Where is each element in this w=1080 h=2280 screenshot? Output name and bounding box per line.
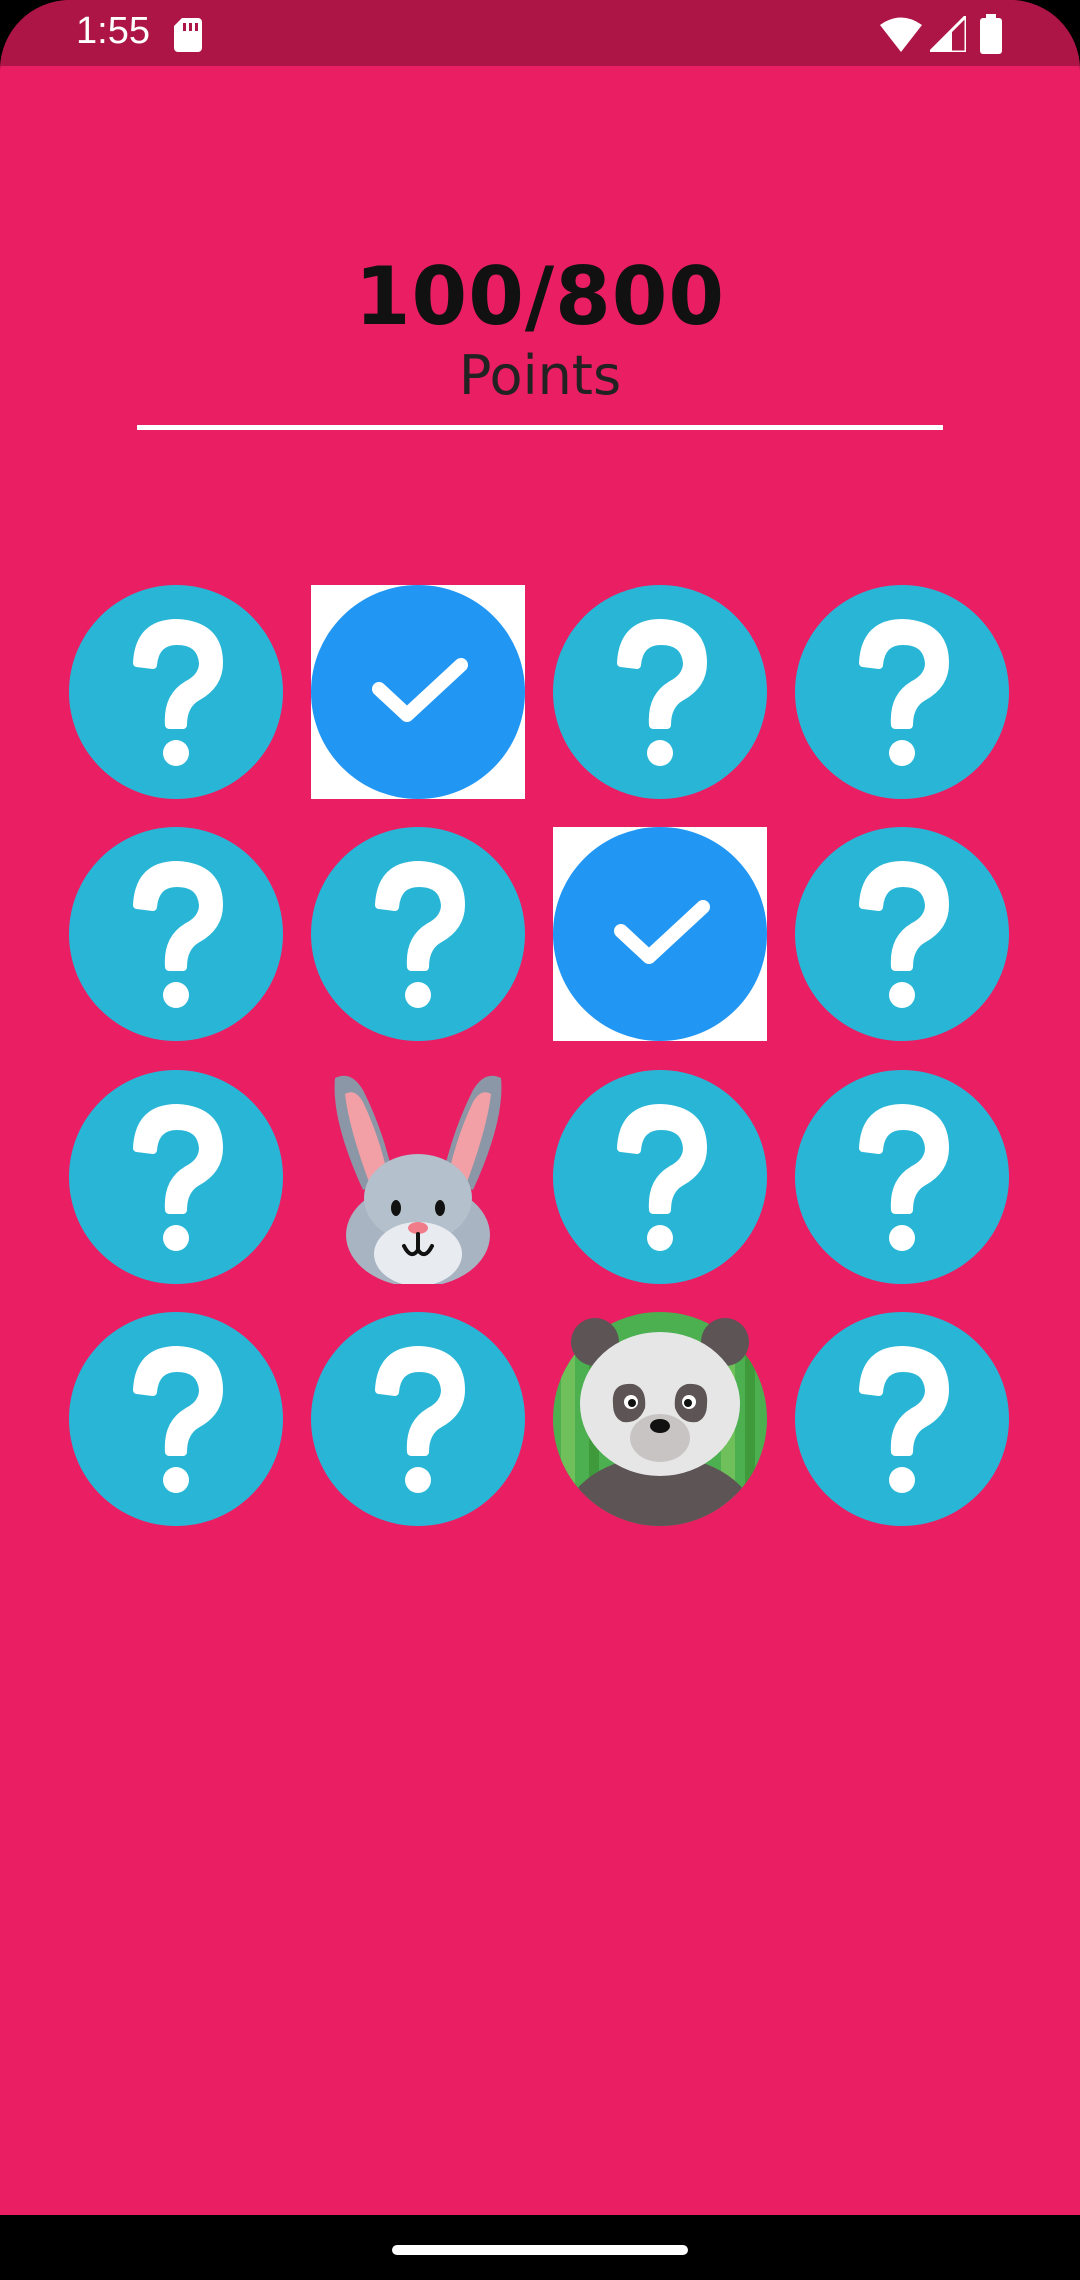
question-mark-icon xyxy=(311,827,525,1041)
points-label: Points xyxy=(458,344,622,407)
checkmark-icon xyxy=(553,827,767,1041)
question-mark-icon xyxy=(795,827,1009,1041)
matched-card xyxy=(311,585,525,799)
game-screen: 1:55 100/800 Points xyxy=(0,0,1080,2215)
hidden-card[interactable] xyxy=(553,585,767,799)
sd-card-icon xyxy=(174,18,202,52)
question-mark-icon xyxy=(553,585,767,799)
hidden-card[interactable] xyxy=(795,827,1009,1041)
hidden-card[interactable] xyxy=(311,1312,525,1526)
checkmark-icon xyxy=(311,585,525,799)
panda-icon xyxy=(553,1312,767,1526)
hidden-card[interactable] xyxy=(69,1312,283,1526)
question-mark-icon xyxy=(69,585,283,799)
question-mark-icon xyxy=(795,585,1009,799)
question-mark-icon xyxy=(553,1070,767,1284)
question-mark-icon xyxy=(795,1070,1009,1284)
matched-card xyxy=(553,827,767,1041)
home-gesture-bar[interactable] xyxy=(392,2245,688,2255)
hidden-card[interactable] xyxy=(69,1070,283,1284)
signal-icon xyxy=(930,16,966,52)
hidden-card[interactable] xyxy=(795,1312,1009,1526)
question-mark-icon xyxy=(69,1312,283,1526)
hidden-card[interactable] xyxy=(311,827,525,1041)
wifi-icon xyxy=(880,17,922,52)
question-mark-icon xyxy=(69,1070,283,1284)
score-display: 100/800 xyxy=(354,250,726,343)
status-bar: 1:55 xyxy=(0,0,1080,66)
question-mark-icon xyxy=(69,827,283,1041)
battery-icon xyxy=(980,14,1002,54)
header-divider xyxy=(137,425,943,430)
status-time: 1:55 xyxy=(76,10,150,52)
question-mark-icon xyxy=(311,1312,525,1526)
hidden-card[interactable] xyxy=(795,1070,1009,1284)
revealed-card-rabbit[interactable] xyxy=(311,1070,525,1284)
hidden-card[interactable] xyxy=(69,585,283,799)
hidden-card[interactable] xyxy=(69,827,283,1041)
rabbit-icon xyxy=(334,1075,502,1284)
hidden-card[interactable] xyxy=(553,1070,767,1284)
revealed-card-panda[interactable] xyxy=(553,1312,767,1526)
question-mark-icon xyxy=(795,1312,1009,1526)
hidden-card[interactable] xyxy=(795,585,1009,799)
